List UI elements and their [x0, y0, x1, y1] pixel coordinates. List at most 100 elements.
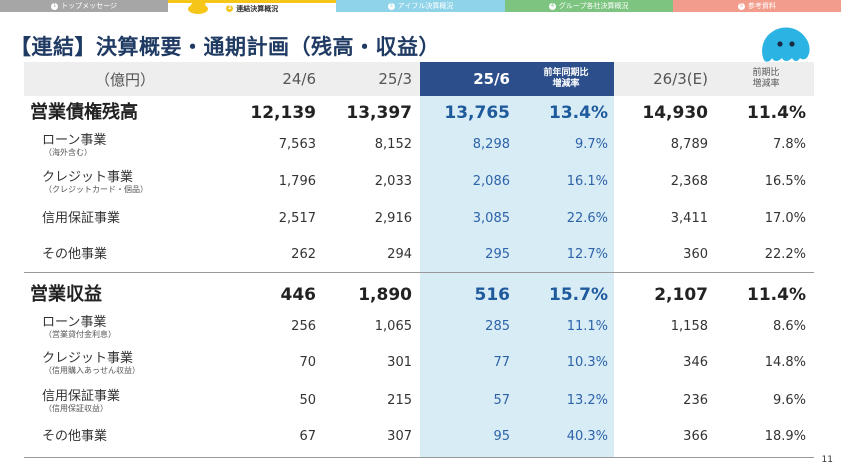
table-cell: 8.6% [772, 319, 806, 334]
section-total-revenue-value: 1,890 [358, 285, 412, 305]
tab-aiful-results[interactable]: 3 アイフル決算概況 [336, 0, 505, 12]
row-sublabel: （営業貸付金利息） [44, 330, 116, 339]
table-cell: 7.8% [772, 137, 806, 152]
row-sublabel: （海外含む） [44, 148, 92, 157]
table-cell: 3,085 [472, 211, 510, 226]
table-cell: 346 [683, 355, 708, 370]
section-total-receivables-value: 13.4% [549, 103, 608, 123]
col-header-yoy-line1: 前年同期比 [543, 68, 589, 78]
table-cell: 2,368 [670, 174, 708, 189]
table-cell: 14.8% [764, 355, 806, 370]
table-cell: 16.5% [764, 174, 806, 189]
table-cell: 262 [291, 247, 316, 262]
section-total-receivables-value: 13,765 [444, 103, 510, 123]
table-bottom-border [24, 457, 814, 458]
page-number: 11 [821, 455, 833, 465]
table-cell: 285 [485, 319, 510, 334]
table-cell: 77 [493, 355, 510, 370]
section-label-receivables: 営業債権残高 [30, 102, 138, 123]
col-header-yoy-change: 前年同期比 増減率 [524, 62, 608, 96]
tab-number: 5 [737, 2, 745, 10]
section-total-revenue-value: 2,107 [654, 285, 708, 305]
tab-number: 4 [548, 2, 556, 10]
table-cell: 256 [291, 319, 316, 334]
table-cell: 1,158 [670, 319, 708, 334]
section-total-receivables-value: 13,397 [346, 103, 412, 123]
row-label: その他事業 [42, 429, 108, 444]
table-cell: 1,796 [278, 174, 316, 189]
tab-group-results[interactable]: 4 グループ各社決算概況 [504, 0, 673, 12]
table-cell: 22.6% [566, 211, 608, 226]
table-cell: 13.2% [566, 393, 608, 408]
tab-label: トップメッセージ [61, 2, 118, 10]
tab-label: 参考資料 [747, 2, 776, 10]
row-label: その他事業 [42, 247, 108, 262]
tab-number: 1 [51, 2, 59, 10]
col-header-25-3: 25/3 [378, 70, 412, 88]
table-cell: 366 [683, 429, 708, 444]
col-header-prior-line2: 増減率 [752, 79, 780, 89]
table-cell: 307 [387, 429, 412, 444]
section-total-receivables-value: 11.4% [747, 103, 806, 123]
col-header-yoy-line2: 増減率 [552, 79, 580, 89]
table-cell: 295 [485, 247, 510, 262]
table-cell: 22.2% [764, 247, 806, 262]
section-total-revenue-value: 15.7% [549, 285, 608, 305]
table-cell: 16.1% [566, 174, 608, 189]
section-total-revenue-value: 11.4% [747, 285, 806, 305]
tab-top-message[interactable]: 1 トップメッセージ [0, 0, 169, 12]
table-cell: 7,563 [278, 137, 316, 152]
table-cell: 1,065 [374, 319, 412, 334]
table-cell: 50 [299, 393, 316, 408]
table-cell: 2,086 [472, 174, 510, 189]
row-sublabel: （信用購入あっせん収益） [44, 366, 140, 375]
table-cell: 67 [299, 429, 316, 444]
table-cell: 2,916 [374, 211, 412, 226]
table-cell: 12.7% [566, 247, 608, 262]
table-cell: 236 [683, 393, 708, 408]
table-cell: 18.9% [764, 429, 806, 444]
section-total-revenue-value: 446 [280, 285, 317, 305]
table-cell: 95 [493, 429, 510, 444]
col-header-vs-prior-change: 前期比 増減率 [726, 62, 806, 96]
table-cell: 70 [299, 355, 316, 370]
table-cell: 11.1% [566, 319, 608, 334]
tab-label: グループ各社決算概況 [558, 2, 629, 10]
table-cell: 2,517 [278, 211, 316, 226]
col-header-prior-line1: 前期比 [752, 68, 780, 78]
section-label-revenue: 営業収益 [30, 284, 102, 305]
tab-reference[interactable]: 5 参考資料 [672, 0, 841, 12]
table-cell: 3,411 [670, 211, 708, 226]
table-cell: 10.3% [566, 355, 608, 370]
table-cell: 215 [387, 393, 412, 408]
unit-label: （億円） [95, 70, 156, 89]
table-cell: 294 [387, 247, 412, 262]
table-cell: 9.7% [574, 137, 608, 152]
section-divider [24, 272, 814, 273]
table-cell: 40.3% [566, 429, 608, 444]
table-cell: 301 [387, 355, 412, 370]
tab-number: 3 [387, 2, 395, 10]
table-cell: 8,152 [374, 137, 412, 152]
section-total-receivables-value: 12,139 [250, 103, 316, 123]
table-cell: 8,789 [670, 137, 708, 152]
table-cell: 8,298 [472, 137, 510, 152]
tab-label: 連結決算概況 [236, 4, 279, 13]
col-header-24-6: 24/6 [282, 70, 316, 88]
tab-label: アイフル決算概況 [397, 2, 454, 10]
section-tab-bar: 1 トップメッセージ 2 連結決算概況 3 アイフル決算概況 4 グループ各社決算概況 … [0, 0, 841, 14]
cloud-icon [188, 0, 208, 14]
table-cell: 360 [683, 247, 708, 262]
col-header-26-3-e: 26/3(E) [653, 70, 708, 88]
table-cell: 57 [493, 393, 510, 408]
section-total-receivables-value: 14,930 [642, 103, 708, 123]
col-header-25-6: 25/6 [473, 70, 510, 88]
tab-number: 2 [226, 5, 234, 12]
row-sublabel: （クレジットカード・個品） [44, 185, 148, 194]
row-sublabel: （信用保証収益） [44, 404, 108, 413]
table-cell: 17.0% [764, 211, 806, 226]
section-total-revenue-value: 516 [474, 285, 511, 305]
page-title: 【連結】決算概要・通期計画（残高・収益） [10, 35, 440, 59]
table-cell: 9.6% [772, 393, 806, 408]
table-cell: 2,033 [374, 174, 412, 189]
